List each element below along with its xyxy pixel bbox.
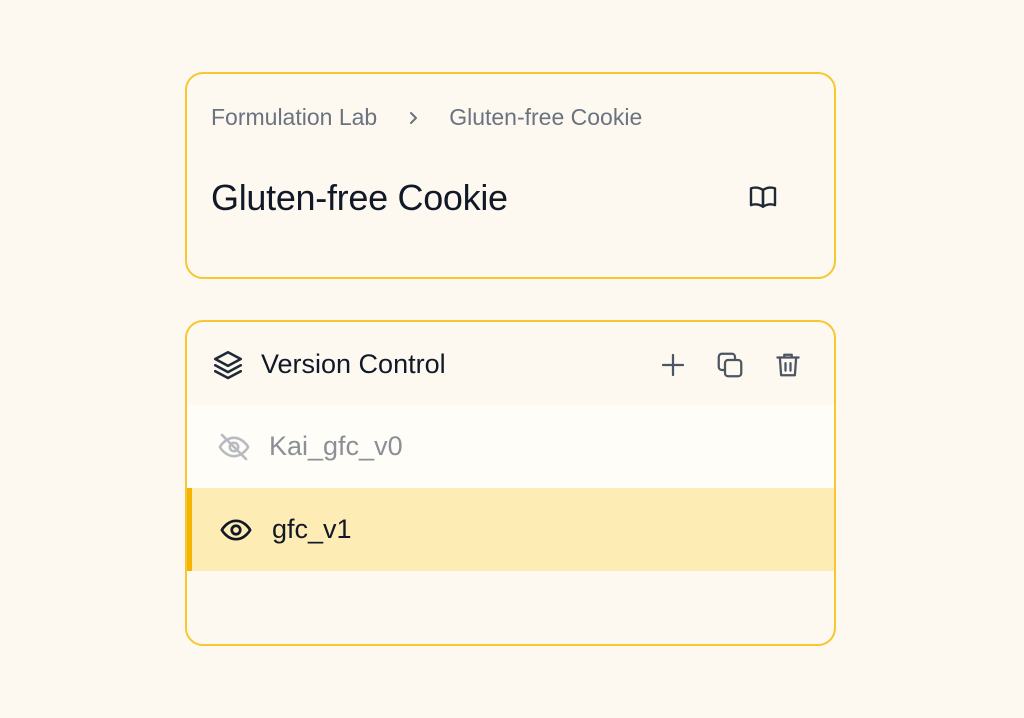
version-name: gfc_v1: [272, 514, 352, 544]
chevron-right-icon: [377, 110, 449, 126]
version-list: Kai_gfc_v0 gfc_v1: [187, 405, 834, 571]
breadcrumb-formulation-lab[interactable]: Formulation Lab: [211, 104, 377, 131]
formula-header-card: Formulation Lab Gluten-free Cookie Glute…: [185, 72, 836, 279]
add-version-button[interactable]: [656, 348, 690, 382]
book-open-icon: [749, 186, 777, 208]
version-control-title: Version Control: [261, 349, 446, 379]
eye-icon[interactable]: [219, 513, 253, 547]
copy-icon: [717, 352, 743, 378]
plus-icon: [661, 353, 685, 377]
delete-version-button[interactable]: [771, 348, 805, 382]
version-row[interactable]: Kai_gfc_v0: [187, 405, 834, 488]
layers-icon: [213, 350, 243, 380]
version-control-header: Version Control: [187, 322, 834, 406]
breadcrumb-current: Gluten-free Cookie: [449, 104, 643, 130]
eye-off-icon[interactable]: [217, 430, 251, 464]
version-row-active[interactable]: gfc_v1: [187, 488, 834, 571]
duplicate-version-button[interactable]: [713, 348, 747, 382]
trash-icon: [776, 353, 800, 377]
documentation-button[interactable]: [745, 179, 781, 215]
version-control-panel: Version Control Kai_gfc_v0 gfc_v1: [185, 320, 836, 646]
breadcrumb: Formulation Lab Gluten-free Cookie: [211, 104, 642, 131]
active-indicator: [187, 488, 192, 571]
version-name: Kai_gfc_v0: [269, 431, 403, 461]
page-title: Gluten-free Cookie: [211, 177, 508, 218]
